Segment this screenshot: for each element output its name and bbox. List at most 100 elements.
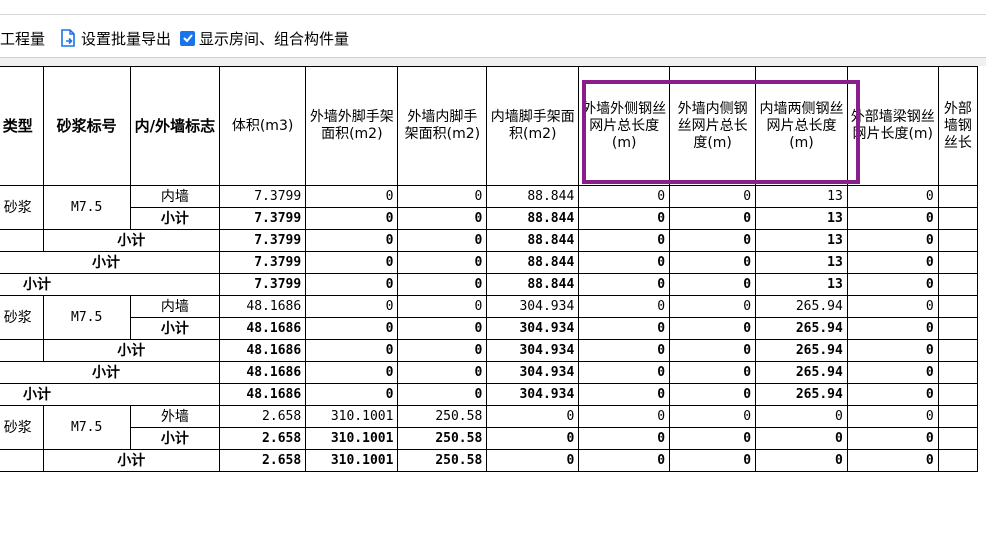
- cell[interactable]: 7.3799: [218, 185, 307, 208]
- subtotal-label[interactable]: 小计: [129, 207, 220, 230]
- cell[interactable]: 0: [397, 251, 488, 274]
- cell[interactable]: 0: [846, 339, 939, 362]
- cell[interactable]: 0: [755, 405, 848, 428]
- cell[interactable]: 13: [755, 229, 848, 252]
- cell[interactable]: 0: [486, 405, 580, 428]
- cell[interactable]: 0: [578, 427, 671, 450]
- cell[interactable]: 88.844: [486, 273, 580, 296]
- cell[interactable]: [937, 449, 979, 472]
- cell[interactable]: 0: [397, 207, 488, 230]
- cell[interactable]: 0: [305, 207, 399, 230]
- header-int-scaffold[interactable]: 内墙脚手架面积(m2): [486, 66, 580, 186]
- cell[interactable]: 0: [486, 449, 580, 472]
- cell[interactable]: 0: [305, 273, 399, 296]
- cell[interactable]: 0: [669, 229, 757, 252]
- header-wall-flag[interactable]: 内/外墙标志: [129, 66, 220, 186]
- cell[interactable]: [937, 405, 979, 428]
- cell[interactable]: 13: [755, 273, 848, 296]
- cell[interactable]: 0: [669, 207, 757, 230]
- cell[interactable]: 265.94: [755, 339, 848, 362]
- cell[interactable]: 13: [755, 251, 848, 274]
- cell[interactable]: 304.934: [486, 361, 580, 384]
- cell[interactable]: 0: [578, 229, 671, 252]
- batch-export-button[interactable]: 设置批量导出: [57, 27, 171, 49]
- cell[interactable]: [0, 339, 44, 362]
- cell[interactable]: 250.58: [397, 427, 488, 450]
- quantities-tab[interactable]: 工程量: [0, 28, 45, 49]
- cell[interactable]: 0: [578, 405, 671, 428]
- cell[interactable]: 0: [846, 361, 939, 384]
- cell[interactable]: 0: [669, 383, 757, 406]
- subtotal-label[interactable]: 小计: [0, 273, 220, 296]
- type-cell[interactable]: 砂浆: [0, 405, 44, 450]
- cell[interactable]: 0: [846, 383, 939, 406]
- cell[interactable]: 0: [846, 251, 939, 274]
- cell[interactable]: 0: [305, 317, 399, 340]
- type-cell[interactable]: 砂浆: [0, 185, 44, 230]
- cell[interactable]: 0: [305, 251, 399, 274]
- cell[interactable]: 0: [669, 185, 757, 208]
- cell[interactable]: 48.1686: [218, 361, 307, 384]
- cell[interactable]: 0: [669, 251, 757, 274]
- subtotal-label[interactable]: 小计: [129, 317, 220, 340]
- cell[interactable]: 0: [669, 317, 757, 340]
- cell[interactable]: 0: [397, 361, 488, 384]
- wall-flag-cell[interactable]: 外墙: [129, 405, 220, 428]
- cell[interactable]: [937, 427, 979, 450]
- cell[interactable]: 0: [305, 229, 399, 252]
- cell[interactable]: 0: [305, 295, 399, 318]
- cell[interactable]: 48.1686: [218, 383, 307, 406]
- subtotal-label[interactable]: 小计: [0, 383, 220, 406]
- cell[interactable]: 7.3799: [218, 273, 307, 296]
- cell[interactable]: 0: [846, 427, 939, 450]
- cell[interactable]: 2.658: [218, 427, 307, 450]
- cell[interactable]: 0: [578, 273, 671, 296]
- cell[interactable]: 0: [578, 185, 671, 208]
- cell[interactable]: 13: [755, 207, 848, 230]
- header-ext-inner-mesh[interactable]: 外墙内侧钢丝网片总长度(m): [669, 66, 757, 186]
- cell[interactable]: 310.1001: [305, 449, 399, 472]
- cell[interactable]: 250.58: [397, 449, 488, 472]
- cell[interactable]: [937, 339, 979, 362]
- header-int-both-mesh[interactable]: 内墙两侧钢丝网片总长度(m): [755, 66, 848, 186]
- wall-flag-cell[interactable]: 内墙: [129, 185, 220, 208]
- cell[interactable]: 0: [578, 251, 671, 274]
- cell[interactable]: 7.3799: [218, 207, 307, 230]
- grade-cell[interactable]: M7.5: [42, 185, 131, 230]
- cell[interactable]: 7.3799: [218, 229, 307, 252]
- header-ext-wall-mesh[interactable]: 外部墙钢丝长: [937, 66, 979, 186]
- cell[interactable]: 0: [578, 317, 671, 340]
- cell[interactable]: 0: [846, 185, 939, 208]
- cell[interactable]: 304.934: [486, 339, 580, 362]
- cell[interactable]: 2.658: [218, 405, 307, 428]
- subtotal-label[interactable]: 小计: [42, 449, 220, 472]
- cell[interactable]: [937, 361, 979, 384]
- cell[interactable]: 310.1001: [305, 427, 399, 450]
- cell[interactable]: 0: [669, 449, 757, 472]
- cell[interactable]: 0: [397, 295, 488, 318]
- cell[interactable]: 0: [669, 295, 757, 318]
- cell[interactable]: [0, 229, 44, 252]
- header-mortar-grade[interactable]: 砂浆标号: [42, 66, 131, 186]
- cell[interactable]: 88.844: [486, 185, 580, 208]
- cell[interactable]: [937, 273, 979, 296]
- show-rooms-checkbox[interactable]: 显示房间、组合构件量: [180, 28, 349, 49]
- cell[interactable]: 0: [669, 273, 757, 296]
- cell[interactable]: 88.844: [486, 251, 580, 274]
- cell[interactable]: 48.1686: [218, 317, 307, 340]
- cell[interactable]: [937, 185, 979, 208]
- header-ext-outer-mesh[interactable]: 外墙外侧钢丝网片总长度(m): [578, 66, 671, 186]
- cell[interactable]: 265.94: [755, 295, 848, 318]
- type-cell[interactable]: 砂浆: [0, 295, 44, 340]
- cell[interactable]: 0: [305, 185, 399, 208]
- cell[interactable]: 0: [397, 229, 488, 252]
- cell[interactable]: 48.1686: [218, 295, 307, 318]
- cell[interactable]: 48.1686: [218, 339, 307, 362]
- cell[interactable]: 13: [755, 185, 848, 208]
- cell[interactable]: 0: [846, 449, 939, 472]
- cell[interactable]: 7.3799: [218, 251, 307, 274]
- cell[interactable]: 0: [397, 339, 488, 362]
- subtotal-label[interactable]: 小计: [0, 251, 220, 274]
- cell[interactable]: [937, 229, 979, 252]
- subtotal-label[interactable]: 小计: [0, 361, 220, 384]
